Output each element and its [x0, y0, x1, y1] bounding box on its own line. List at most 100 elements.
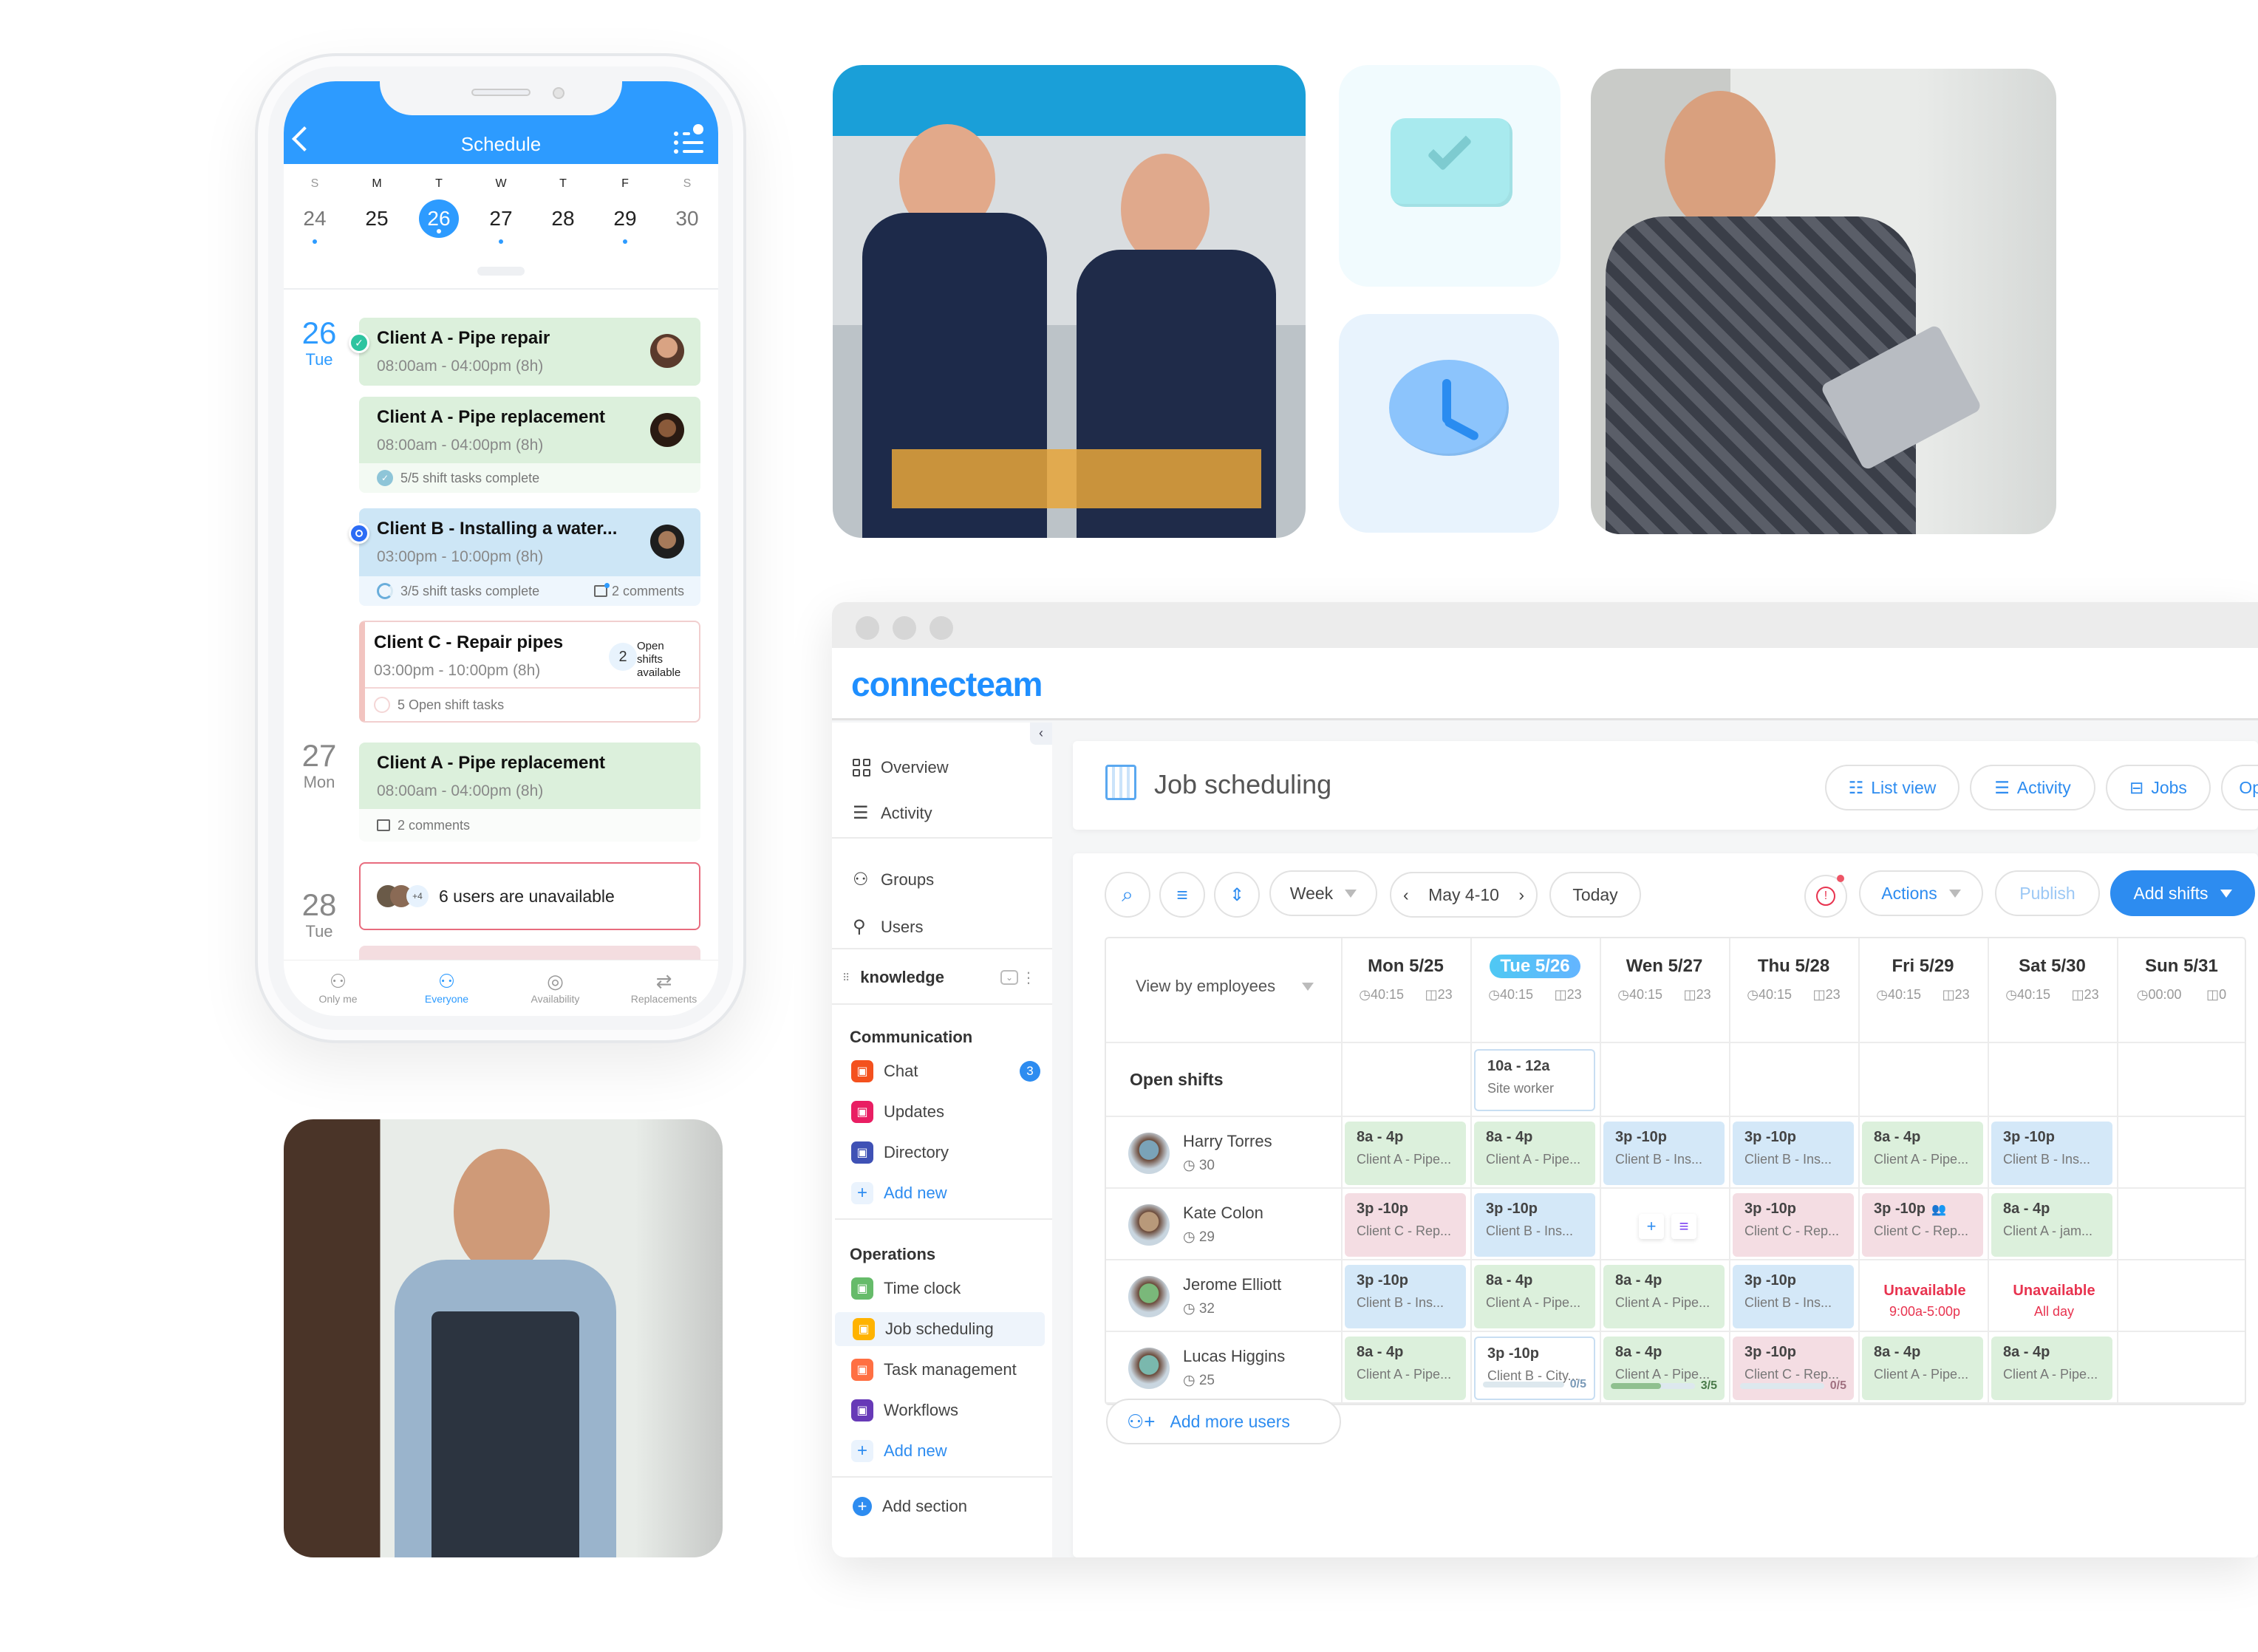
sidebar-item-directory[interactable]: ▣ Directory [851, 1141, 1040, 1164]
add-shifts-button[interactable]: Add shifts [2110, 870, 2255, 916]
sidebar-item-updates[interactable]: ▣ Updates [851, 1101, 1040, 1123]
tab-everyone[interactable]: ⚇ Everyone [392, 960, 501, 1016]
week-day[interactable]: T 26 [408, 177, 470, 244]
list-clock-icon[interactable] [674, 124, 703, 154]
day-number[interactable]: 24 [295, 199, 335, 238]
week-day[interactable]: M 25 [346, 177, 408, 244]
shift-cell[interactable]: 3p -10p Client C - Rep... 0/5 [1733, 1337, 1854, 1400]
shift-cell[interactable]: 3p -10p Client B - Ins... [1733, 1265, 1854, 1328]
actions-button[interactable]: Actions [1859, 870, 1983, 916]
sidebar-item-job-scheduling[interactable]: ▣ Job scheduling [835, 1312, 1045, 1346]
day-header[interactable]: Sun 5/31 ◷00:00 ◫0 [2117, 938, 2246, 1042]
day-header[interactable]: Sat 5/30 ◷40:15 ◫23 [1988, 938, 2117, 1042]
shift-cell[interactable]: 8a - 4p Client A - Pipe... 3/5 [1603, 1337, 1725, 1400]
comment-count[interactable]: 2 comments [398, 818, 470, 833]
shift-card[interactable]: Client A - Pipe replacement 08:00am - 04… [359, 743, 700, 842]
shift-cell[interactable]: 8a - 4p Client A - Pipe... [1862, 1337, 1983, 1400]
employee[interactable]: Jerome Elliott ◷ 32 [1128, 1275, 1281, 1317]
publish-button[interactable]: Publish [1995, 870, 2100, 916]
search-button[interactable]: ⌕ [1105, 872, 1150, 918]
shift-cell[interactable]: 3p -10p Client B - City... 0/5 [1474, 1337, 1595, 1400]
shift-card[interactable]: Client A - Pipe replacement 08:00am - 04… [359, 397, 700, 493]
shift-cell[interactable]: 3p -10p Client B - Ins... [1733, 1122, 1854, 1185]
employee[interactable]: Harry Torres ◷ 30 [1128, 1132, 1272, 1174]
sidebar-item-chat[interactable]: ▣ Chat 3 [851, 1060, 1040, 1082]
chevron-left-icon[interactable]: ‹ [1403, 885, 1409, 905]
shift-cell[interactable]: 8a - 4p Client A - Pipe... [1991, 1337, 2112, 1400]
day-number[interactable]: 25 [357, 199, 397, 238]
shift-cell[interactable]: 3p -10p Client B - Ins... [1474, 1193, 1595, 1257]
options-button[interactable]: Options [2221, 765, 2258, 810]
add-new-button[interactable]: + Add new [851, 1440, 947, 1462]
week-day[interactable]: T 28 [532, 177, 594, 244]
window-minimize-button[interactable] [893, 616, 916, 640]
view-by-select[interactable]: View by employees [1136, 977, 1314, 996]
sidebar-item-groups[interactable]: ⚇ Groups [853, 869, 934, 890]
open-shift[interactable]: 10a - 12a Site worker [1474, 1049, 1595, 1111]
shift-templates-button[interactable]: ≡ [1671, 1214, 1696, 1239]
shift-cell[interactable]: 8a - 4p Client A - Pipe... [1603, 1265, 1725, 1328]
day-header[interactable]: Mon 5/25 ◷40:15 ◫23 [1341, 938, 1470, 1042]
day-header[interactable]: Fri 5/29 ◷40:15 ◫23 [1858, 938, 1988, 1042]
add-shift-button[interactable]: + [1639, 1214, 1664, 1239]
connecteam-logo[interactable]: connecteam [851, 664, 1043, 704]
add-section-button[interactable]: + Add section [853, 1497, 967, 1516]
shift-cell[interactable]: 8a - 4p Client A - Pipe... [1345, 1122, 1466, 1185]
shift-cell[interactable]: 8a - 4p Client A - Pipe... [1862, 1122, 1983, 1185]
tab-availability[interactable]: ◎ Availability [501, 960, 610, 1016]
tab-only-me[interactable]: ⚇ Only me [284, 960, 392, 1016]
day-number[interactable]: 28 [543, 199, 583, 238]
open-shift-card[interactable]: Client C - Repair pipes 03:00pm - 10:00p… [359, 621, 700, 723]
day-header[interactable]: Wen 5/27 ◷40:15 ◫23 [1600, 938, 1729, 1042]
tab-replacements[interactable]: ⇄ Replacements [610, 960, 718, 1016]
shift-cell[interactable]: 8a - 4p Client A - Pipe... [1345, 1337, 1466, 1400]
day-number[interactable]: 30 [667, 199, 707, 238]
comment-count[interactable]: 2 comments [612, 584, 684, 599]
day-number[interactable]: 27 [481, 199, 521, 238]
week-day[interactable]: W 27 [470, 177, 532, 244]
sidebar-item-users[interactable]: ⚲ Users [853, 916, 923, 938]
week-day[interactable]: F 29 [594, 177, 656, 244]
filter-button[interactable]: ≡ [1159, 872, 1205, 918]
shift-cell[interactable]: 8a - 4p Client A - jam... [1991, 1193, 2112, 1257]
chevron-down-icon[interactable]: ⌄ [1000, 970, 1018, 985]
alerts-button[interactable]: ! [1804, 875, 1847, 918]
week-day[interactable]: S 30 [656, 177, 718, 244]
drag-handle[interactable] [477, 267, 525, 276]
employee[interactable]: Kate Colon ◷ 29 [1128, 1204, 1263, 1246]
view-select[interactable]: Week [1269, 870, 1377, 916]
more-vertical-icon[interactable]: ⋮ [1021, 969, 1036, 987]
sidebar-item-time-clock[interactable]: ▣ Time clock [851, 1277, 1040, 1300]
shift-cell[interactable]: 3p -10p Client B - Ins... [1991, 1122, 2112, 1185]
shift-cell[interactable]: 3p -10p Client B - Ins... [1345, 1265, 1466, 1328]
shift-card[interactable]: Client B - Installing a water... 03:00pm… [359, 508, 700, 606]
day-header[interactable]: Thu 5/28 ◷40:15 ◫23 [1729, 938, 1858, 1042]
today-button[interactable]: Today [1549, 872, 1641, 918]
shift-cell[interactable]: 8a - 4p Client A - Pipe... [1474, 1265, 1595, 1328]
employee[interactable]: Lucas Higgins ◷ 25 [1128, 1347, 1285, 1389]
jobs-button[interactable]: ⊟ Jobs [2106, 765, 2211, 810]
day-header[interactable]: Tue 5/26 ◷40:15 ◫23 [1470, 938, 1600, 1042]
window-maximize-button[interactable] [930, 616, 953, 640]
sidebar-item-overview[interactable]: Overview [853, 758, 949, 777]
compact-button[interactable]: ⇕ [1214, 872, 1260, 918]
unavailable-card[interactable]: +4 6 users are unavailable [359, 862, 700, 930]
shift-cell[interactable]: 3p -10p Client B - Ins... [1603, 1122, 1725, 1185]
list-view-button[interactable]: ☷ List view [1825, 765, 1959, 810]
week-day[interactable]: S 24 [284, 177, 346, 244]
sidebar-item-task-management[interactable]: ▣ Task management [851, 1359, 1040, 1381]
shift-cell[interactable]: 3p -10p Client C - Rep... [1345, 1193, 1466, 1257]
add-more-users-button[interactable]: ⚇+ Add more users [1106, 1399, 1341, 1444]
shift-cell[interactable]: 3p -10p Client C - Rep... [1733, 1193, 1854, 1257]
window-close-button[interactable] [856, 616, 879, 640]
shift-cell[interactable]: 3p -10p 👥 Client C - Rep... [1862, 1193, 1983, 1257]
sidebar-knowledge-row[interactable]: ⠿ knowledge ⌄ ⋮ [842, 968, 1042, 987]
day-number[interactable]: 29 [605, 199, 645, 238]
activity-button[interactable]: ☰ Activity [1970, 765, 2095, 810]
chevron-right-icon[interactable]: › [1518, 885, 1524, 905]
selected-day[interactable]: 26 [419, 199, 459, 238]
shift-card[interactable]: Client A - Pipe repair 08:00am - 04:00pm… [359, 318, 700, 386]
shift-cell[interactable]: 8a - 4p Client A - Pipe... [1474, 1122, 1595, 1185]
collapse-sidebar-button[interactable]: ‹ [1030, 723, 1052, 745]
add-new-button[interactable]: + Add new [851, 1182, 947, 1204]
